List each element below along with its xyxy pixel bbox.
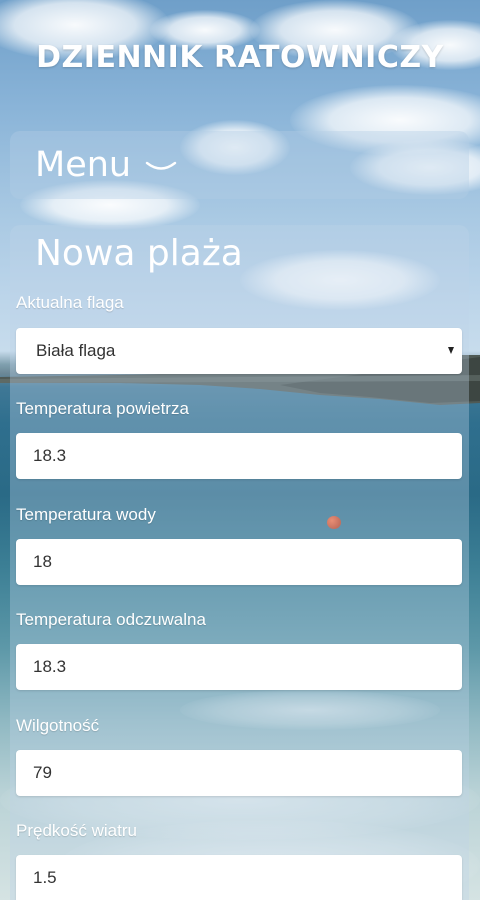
select-arrow-icon bbox=[448, 347, 454, 354]
feels-like-temperature-input[interactable] bbox=[16, 644, 462, 690]
current-flag-select[interactable]: Biała flaga bbox=[16, 328, 462, 374]
label-wind-speed: Prędkość wiatru bbox=[16, 821, 137, 840]
label-current-flag: Aktualna flaga bbox=[16, 293, 124, 312]
current-flag-value: Biała flaga bbox=[36, 341, 116, 360]
menu-toggle[interactable]: Menu bbox=[10, 131, 469, 199]
label-air-temperature: Temperatura powietrza bbox=[16, 399, 189, 418]
air-temperature-input[interactable] bbox=[16, 433, 462, 479]
app-title: DZIENNIK RATOWNICZY bbox=[36, 40, 444, 75]
wind-speed-input[interactable] bbox=[16, 855, 462, 900]
chevron-down-icon bbox=[145, 159, 177, 178]
form-title: Nowa plaża bbox=[35, 233, 243, 274]
water-temperature-input[interactable] bbox=[16, 539, 462, 585]
humidity-input[interactable] bbox=[16, 750, 462, 796]
label-water-temperature: Temperatura wody bbox=[16, 505, 156, 524]
menu-label: Menu bbox=[35, 145, 132, 185]
label-feels-like-temperature: Temperatura odczuwalna bbox=[16, 610, 206, 629]
label-humidity: Wilgotność bbox=[16, 716, 100, 735]
